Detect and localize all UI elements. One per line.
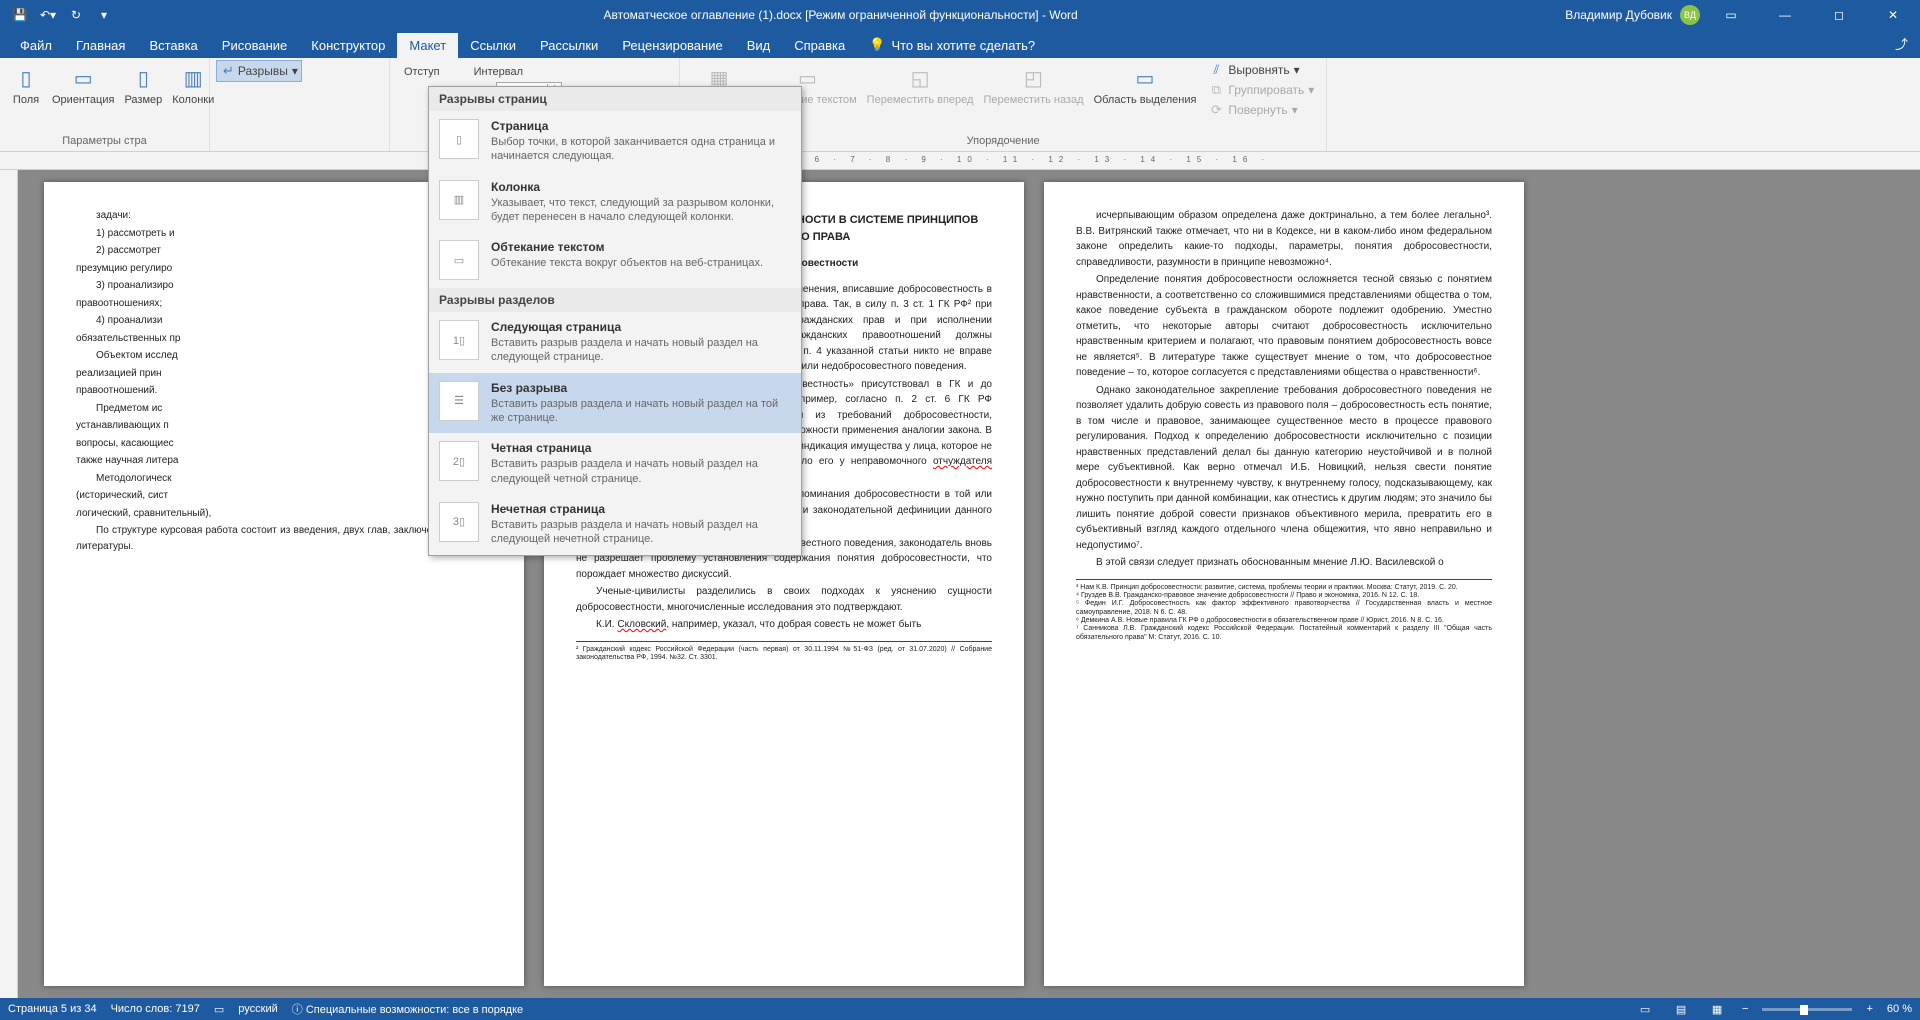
selection-pane-button[interactable]: ▭Область выделения (1090, 60, 1201, 108)
status-language[interactable]: русский (238, 1003, 277, 1015)
zoom-level[interactable]: 60 % (1887, 1003, 1912, 1015)
orientation-icon: ▭ (67, 62, 99, 94)
columns-icon: ▥ (177, 62, 209, 94)
doc-page-6: исчерпывающим образом определена даже до… (1044, 182, 1524, 986)
title-bar: 💾 ↶▾ ↻ ▾ Автоматческое оглавление (1).do… (0, 0, 1920, 30)
tab-home[interactable]: Главная (64, 33, 137, 58)
status-bar: Страница 5 из 34 Число слов: 7197 ▭ русс… (0, 998, 1920, 1020)
lightbulb-icon: 💡 (869, 37, 885, 53)
tab-mailings[interactable]: Рассылки (528, 33, 610, 58)
backward-icon: ◰ (1018, 62, 1050, 94)
break-textwrap-icon: ▭ (439, 240, 479, 280)
size-button[interactable]: ▯Размер (120, 60, 166, 108)
save-icon[interactable]: 💾 (8, 3, 32, 27)
break-column-icon: ▥ (439, 180, 479, 220)
status-page[interactable]: Страница 5 из 34 (8, 1003, 97, 1015)
ribbon: ▯Поля ▭Ориентация ▯Размер ▥Колонки Парам… (0, 58, 1920, 152)
align-icon: ⫽ (1208, 62, 1224, 78)
window-title: Автоматческое оглавление (1).docx [Режим… (116, 8, 1565, 22)
tab-view[interactable]: Вид (735, 33, 783, 58)
zoom-slider[interactable] (1762, 1008, 1852, 1011)
indent-label: Отступ (402, 64, 442, 80)
breaks-icon: ↵ (223, 63, 234, 79)
bring-forward-button: ◱Переместить вперед (863, 60, 978, 108)
group-button: ⧉Группировать ▾ (1202, 80, 1320, 100)
view-print-icon[interactable]: ▤ (1670, 1000, 1692, 1018)
break-page-icon: ▯ (439, 119, 479, 159)
document-canvas[interactable]: задачи: 1) рассмотреть и 2) рассмотрет п… (18, 170, 1920, 998)
break-column[interactable]: ▥КолонкаУказывает, что текст, следующий … (429, 172, 801, 233)
ribbon-options-icon[interactable]: ▭ (1708, 0, 1754, 30)
forward-icon: ◱ (904, 62, 936, 94)
tab-file[interactable]: Файл (8, 33, 64, 58)
rotate-icon: ⟳ (1208, 102, 1224, 118)
break-continuous[interactable]: ☰Без разрываВставить разрыв раздела и на… (429, 373, 801, 434)
margins-icon: ▯ (10, 62, 42, 94)
margins-button[interactable]: ▯Поля (6, 60, 46, 108)
spacing-label: Интервал (472, 64, 565, 80)
section-breaks-header: Разрывы разделов (429, 288, 801, 312)
orientation-button[interactable]: ▭Ориентация (48, 60, 118, 108)
tab-review[interactable]: Рецензирование (610, 33, 734, 58)
minimize-icon[interactable]: — (1762, 0, 1808, 30)
selection-icon: ▭ (1129, 62, 1161, 94)
break-oddpage-icon: 3▯ (439, 502, 479, 542)
send-backward-button: ◰Переместить назад (979, 60, 1087, 108)
break-page[interactable]: ▯СтраницаВыбор точки, в которой заканчив… (429, 111, 801, 172)
ruler-vertical[interactable] (0, 170, 18, 998)
status-accessibility[interactable]: ⓘ Специальные возможности: все в порядке (292, 1001, 523, 1017)
align-button[interactable]: ⫽Выровнять ▾ (1202, 60, 1320, 80)
tell-me[interactable]: 💡Что вы хотите сделать? (857, 32, 1047, 58)
view-web-icon[interactable]: ▦ (1706, 1000, 1728, 1018)
break-text-wrapping[interactable]: ▭Обтекание текстомОбтекание текста вокру… (429, 232, 801, 288)
tab-layout[interactable]: Макет (397, 33, 458, 58)
rotate-button: ⟳Повернуть ▾ (1202, 100, 1320, 120)
group-icon: ⧉ (1208, 82, 1224, 98)
share-button[interactable]: ⤴ (1883, 29, 1920, 58)
breaks-dropdown-menu: Разрывы страниц ▯СтраницаВыбор точки, в … (428, 86, 802, 556)
break-continuous-icon: ☰ (439, 381, 479, 421)
close-icon[interactable]: ✕ (1870, 0, 1916, 30)
spellcheck-icon[interactable]: ▭ (214, 1003, 224, 1016)
qat-more-icon[interactable]: ▾ (92, 3, 116, 27)
ribbon-tabs: Файл Главная Вставка Рисование Конструкт… (0, 30, 1920, 58)
avatar[interactable]: ВД (1680, 5, 1700, 25)
break-next-page[interactable]: 1▯Следующая страницаВставить разрыв разд… (429, 312, 801, 373)
ruler-horizontal[interactable]: · 1 · 2 · 3 · 4 · 5 · 6 · 7 · 8 · 9 · 10… (0, 152, 1920, 170)
size-icon: ▯ (127, 62, 159, 94)
zoom-in-button[interactable]: + (1866, 1003, 1872, 1015)
break-evenpage-icon: 2▯ (439, 441, 479, 481)
page-breaks-header: Разрывы страниц (429, 87, 801, 111)
break-odd-page[interactable]: 3▯Нечетная страницаВставить разрыв разде… (429, 494, 801, 555)
status-words[interactable]: Число слов: 7197 (111, 1003, 200, 1015)
zoom-out-button[interactable]: − (1742, 1003, 1748, 1015)
breaks-button[interactable]: ↵Разрывы ▾ (216, 60, 302, 82)
user-name[interactable]: Владимир Дубовик (1565, 8, 1672, 22)
group-page-setup-label: Параметры стра (6, 135, 203, 149)
tab-design[interactable]: Конструктор (299, 33, 397, 58)
tab-draw[interactable]: Рисование (210, 33, 299, 58)
undo-icon[interactable]: ↶▾ (36, 3, 60, 27)
tab-references[interactable]: Ссылки (458, 33, 528, 58)
tab-help[interactable]: Справка (782, 33, 857, 58)
redo-icon[interactable]: ↻ (64, 3, 88, 27)
view-read-icon[interactable]: ▭ (1634, 1000, 1656, 1018)
break-even-page[interactable]: 2▯Четная страницаВставить разрыв раздела… (429, 433, 801, 494)
maximize-icon[interactable]: ◻ (1816, 0, 1862, 30)
break-nextpage-icon: 1▯ (439, 320, 479, 360)
tab-insert[interactable]: Вставка (137, 33, 209, 58)
